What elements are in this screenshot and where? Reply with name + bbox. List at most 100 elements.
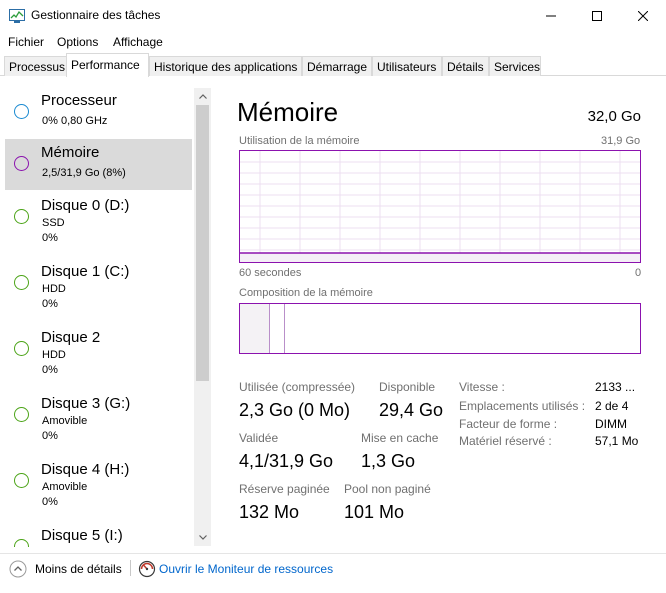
cpu-indicator-icon	[14, 104, 29, 119]
paged-pool-label: Réserve paginée	[239, 482, 330, 496]
maximize-button[interactable]	[574, 0, 620, 31]
sidebar-item-disque-4[interactable]: Disque 4 (H:) Amovible 0%	[5, 456, 192, 520]
tab-details[interactable]: Détails	[442, 56, 489, 76]
task-manager-icon	[9, 9, 25, 23]
tab-historique[interactable]: Historique des applications	[149, 56, 302, 76]
cached-label: Mise en cache	[361, 431, 439, 445]
sidebar-item-usage: 0%	[42, 496, 58, 508]
memory-composition-bar	[239, 303, 641, 354]
sidebar-item-disque-3[interactable]: Disque 3 (G:) Amovible 0%	[5, 390, 192, 454]
usage-graph-max: 31,9 Go	[601, 135, 641, 147]
used-label: Utilisée (compressée)	[239, 380, 356, 394]
sidebar-item-detail: 2,5/31,9 Go (8%)	[42, 167, 126, 179]
hardware-reserved-label: Matériel réservé :	[459, 434, 552, 448]
slots-value: 2 de 4	[595, 399, 629, 413]
sidebar-item-usage: 0%	[42, 232, 58, 244]
speed-label: Vitesse :	[459, 380, 505, 394]
tab-utilisateurs[interactable]: Utilisateurs	[372, 56, 442, 76]
chevron-up-icon	[198, 94, 207, 99]
scroll-thumb[interactable]	[196, 105, 209, 381]
graph-time-end: 0	[635, 267, 642, 279]
close-icon	[638, 10, 648, 21]
footer-bar: Moins de détails Ouvrir le Moniteur de r…	[0, 553, 666, 593]
used-value: 2,3 Go (0 Mo)	[239, 400, 351, 420]
available-label: Disponible	[379, 380, 436, 394]
tab-performance[interactable]: Performance	[66, 53, 149, 77]
composition-modified	[270, 304, 285, 353]
page-title: Mémoire	[237, 97, 339, 127]
slots-label: Emplacements utilisés :	[459, 399, 586, 413]
tab-demarrage[interactable]: Démarrage	[302, 56, 372, 76]
menu-options[interactable]: Options	[57, 35, 98, 49]
sidebar-item-disque-5[interactable]: Disque 5 (I:)	[5, 522, 192, 547]
form-factor-label: Facteur de forme :	[459, 417, 558, 431]
menu-fichier[interactable]: Fichier	[8, 35, 44, 49]
chevron-up-circle-icon[interactable]	[9, 560, 27, 578]
sidebar-item-title: Disque 3 (G:)	[41, 395, 131, 412]
sidebar-item-type: Amovible	[42, 415, 88, 427]
disk-indicator-icon	[14, 275, 29, 290]
sidebar-item-usage: 0%	[42, 298, 58, 310]
resource-monitor-icon[interactable]	[138, 560, 156, 578]
sidebar-item-memoire[interactable]: Mémoire 2,5/31,9 Go (8%)	[5, 139, 192, 190]
sidebar-item-type: SSD	[42, 217, 65, 229]
sidebar-item-title: Disque 4 (H:)	[41, 461, 130, 478]
speed-value: 2133 ...	[595, 380, 636, 394]
sidebar-item-type: HDD	[42, 349, 66, 361]
sidebar-item-title: Disque 1 (C:)	[41, 263, 130, 280]
window-title: Gestionnaire des tâches	[31, 8, 161, 22]
paged-pool-value: 132 Mo	[239, 502, 300, 522]
less-details-button[interactable]: Moins de détails	[35, 562, 122, 576]
sidebar-item-title: Disque 5 (I:)	[41, 527, 123, 544]
memory-indicator-icon	[14, 156, 29, 171]
footer-divider	[130, 560, 131, 576]
nonpaged-pool-label: Pool non paginé	[344, 482, 431, 496]
graph-time-span: 60 secondes	[239, 267, 302, 279]
usage-graph-canvas	[240, 151, 640, 262]
disk-indicator-icon	[14, 539, 29, 547]
available-value: 29,4 Go	[379, 400, 444, 420]
disk-indicator-icon	[14, 473, 29, 488]
form-factor-value: DIMM	[595, 417, 627, 431]
tab-bar: Processus Performance Historique des app…	[0, 53, 666, 77]
disk-indicator-icon	[14, 341, 29, 356]
minimize-button[interactable]	[528, 0, 574, 31]
sidebar-item-processeur[interactable]: Processeur 0% 0,80 GHz	[5, 87, 192, 139]
sidebar-item-type: Amovible	[42, 481, 88, 493]
sidebar-item-title: Disque 2	[41, 329, 101, 346]
usage-fill	[240, 253, 640, 262]
sidebar-item-type: HDD	[42, 283, 66, 295]
resource-sidebar: Processeur 0% 0,80 GHz Mémoire 2,5/31,9 …	[0, 77, 214, 547]
chevron-down-icon	[198, 535, 207, 540]
sidebar-item-title: Disque 0 (D:)	[41, 197, 130, 214]
sidebar-item-disque-0[interactable]: Disque 0 (D:) SSD 0%	[5, 192, 192, 256]
disk-indicator-icon	[14, 209, 29, 224]
disk-indicator-icon	[14, 407, 29, 422]
maximize-icon	[592, 10, 602, 21]
sidebar-scrollbar[interactable]	[194, 88, 211, 546]
sidebar-item-disque-2[interactable]: Disque 2 HDD 0%	[5, 324, 192, 388]
committed-value: 4,1/31,9 Go	[239, 451, 334, 471]
scroll-down-button[interactable]	[194, 529, 211, 546]
nonpaged-pool-value: 101 Mo	[344, 502, 405, 522]
sidebar-item-title: Processeur	[41, 92, 117, 109]
tab-processus[interactable]: Processus	[4, 56, 67, 76]
minimize-icon	[546, 15, 556, 16]
memory-total: 32,0 Go	[587, 108, 641, 125]
close-button[interactable]	[620, 0, 666, 31]
sidebar-item-disque-1[interactable]: Disque 1 (C:) HDD 0%	[5, 258, 192, 322]
menu-affichage[interactable]: Affichage	[113, 35, 163, 49]
hardware-reserved-value: 57,1 Mo	[595, 434, 639, 448]
usage-graph-label: Utilisation de la mémoire	[239, 135, 360, 147]
composition-label: Composition de la mémoire	[239, 287, 373, 299]
memory-usage-graph	[239, 150, 641, 263]
committed-label: Validée	[239, 431, 279, 445]
open-resource-monitor-link[interactable]: Ouvrir le Moniteur de ressources	[159, 562, 333, 576]
sidebar-item-usage: 0%	[42, 430, 58, 442]
scroll-up-button[interactable]	[194, 88, 211, 105]
tab-services[interactable]: Services	[489, 56, 541, 76]
composition-in-use	[240, 304, 270, 353]
sidebar-item-title: Mémoire	[41, 144, 100, 161]
title-bar: Gestionnaire des tâches	[0, 0, 666, 31]
menu-bar: Fichier Options Affichage	[0, 31, 666, 53]
